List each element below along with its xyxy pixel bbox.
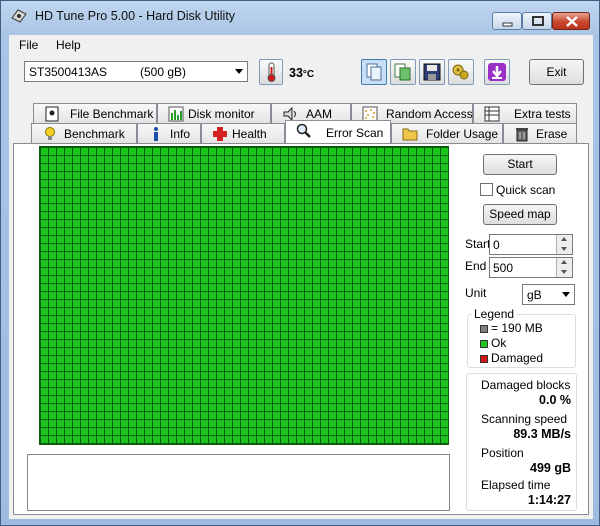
trash-icon — [516, 128, 528, 142]
chevron-down-icon — [235, 69, 243, 74]
start-spinner[interactable] — [556, 235, 572, 254]
end-spinner[interactable] — [556, 258, 572, 277]
tab-error-scan[interactable]: Error Scan — [285, 120, 391, 143]
quick-scan-checkbox[interactable] — [480, 183, 493, 196]
legend-block-size: = 190 MB — [491, 321, 543, 335]
damaged-blocks-label: Damaged blocks — [481, 378, 571, 392]
start-value: 0 — [493, 238, 500, 252]
options-icon — [452, 64, 469, 80]
elapsed-time-label: Elapsed time — [481, 478, 551, 492]
legend-ok-swatch — [480, 340, 488, 348]
client-area: ST3500413AS (500 gB) 33°C Exit File Benc… — [9, 55, 593, 519]
menu-bar: File Help — [9, 35, 593, 55]
legend-title: Legend — [472, 307, 517, 321]
end-input[interactable]: 500 — [489, 257, 573, 278]
legend-damaged-label: Damaged — [491, 351, 544, 365]
copy-text-icon — [366, 63, 382, 81]
start-label: Start — [465, 237, 491, 251]
legend-box: Legend = 190 MB Ok Damaged — [467, 307, 576, 368]
download-icon — [488, 63, 506, 81]
scanning-speed-label: Scanning speed — [481, 412, 568, 426]
lightbulb-icon — [45, 127, 55, 140]
download-button[interactable] — [484, 59, 510, 85]
tab-health[interactable]: Health — [201, 123, 285, 143]
copy-screenshot-button[interactable] — [390, 59, 416, 85]
info-icon — [154, 127, 158, 141]
quick-scan-label: Quick scan — [496, 183, 556, 197]
drive-name: ST3500413AS — [29, 65, 108, 79]
spin-down-icon — [561, 270, 567, 274]
tab-benchmark[interactable]: Benchmark — [31, 123, 137, 143]
unit-select[interactable]: gB — [522, 284, 575, 305]
app-icon — [11, 9, 27, 23]
file-benchmark-icon — [45, 106, 59, 122]
position-label: Position — [481, 446, 524, 460]
scan-stats: Damaged blocks 0.0 % Scanning speed 89.3… — [466, 373, 577, 511]
unit-value: gB — [527, 288, 542, 302]
copy-screenshot-icon — [394, 63, 411, 81]
window-title: HD Tune Pro 5.00 - Hard Disk Utility — [35, 9, 236, 23]
extra-tests-icon — [484, 106, 500, 122]
menu-help[interactable]: Help — [56, 38, 81, 52]
folder-icon — [402, 128, 418, 141]
minimize-icon — [502, 22, 513, 27]
save-icon — [423, 63, 441, 81]
disk-monitor-icon — [168, 106, 184, 122]
elapsed-time-value: 1:14:27 — [527, 493, 571, 507]
options-button[interactable] — [448, 59, 474, 85]
minimize-button[interactable] — [492, 12, 522, 30]
tab-extra-tests[interactable]: Extra tests — [473, 103, 577, 123]
tab-folder-usage[interactable]: Folder Usage — [391, 123, 503, 143]
thermometer-icon — [267, 62, 276, 82]
unit-label: Unit — [465, 286, 487, 300]
menu-file[interactable]: File — [19, 38, 38, 52]
legend-ok-label: Ok — [491, 336, 507, 350]
legend-block-swatch — [480, 325, 488, 333]
exit-button[interactable]: Exit — [529, 59, 584, 85]
drive-select[interactable]: ST3500413AS (500 gB) — [24, 61, 248, 82]
app-window: HD Tune Pro 5.00 - Hard Disk Utility Fil… — [0, 0, 600, 526]
start-scan-button[interactable]: Start — [483, 154, 557, 175]
maximize-button[interactable] — [522, 12, 552, 30]
spin-up-icon — [561, 237, 567, 241]
legend-damaged-swatch — [480, 355, 488, 363]
damaged-blocks-value: 0.0 % — [539, 393, 571, 407]
temperature-readout: 33°C — [289, 66, 315, 80]
tab-info[interactable]: Info — [137, 123, 201, 143]
temperature-button[interactable] — [259, 59, 283, 85]
tab-disk-monitor[interactable]: Disk monitor — [157, 103, 271, 123]
maximize-icon — [532, 16, 544, 26]
close-button[interactable] — [552, 12, 590, 30]
chevron-down-icon — [562, 292, 570, 297]
spin-down-icon — [561, 247, 567, 251]
tab-file-benchmark[interactable]: File Benchmark — [33, 103, 157, 123]
close-icon — [566, 16, 578, 27]
position-value: 499 gB — [530, 461, 571, 475]
drive-size: (500 gB) — [140, 65, 187, 79]
magnifier-icon — [296, 123, 311, 138]
end-value: 500 — [493, 261, 514, 275]
tab-erase[interactable]: Erase — [503, 123, 577, 143]
scanning-speed-value: 89.3 MB/s — [513, 427, 571, 441]
scan-log[interactable] — [27, 454, 450, 511]
spin-up-icon — [561, 260, 567, 264]
block-map — [39, 146, 449, 445]
health-cross-icon — [213, 127, 227, 141]
start-input[interactable]: 0 — [489, 234, 573, 255]
copy-text-button[interactable] — [361, 59, 387, 85]
speed-map-button[interactable]: Speed map — [483, 204, 557, 225]
title-bar[interactable]: HD Tune Pro 5.00 - Hard Disk Utility — [1, 1, 599, 31]
save-button[interactable] — [419, 59, 445, 85]
end-label: End — [465, 259, 487, 273]
